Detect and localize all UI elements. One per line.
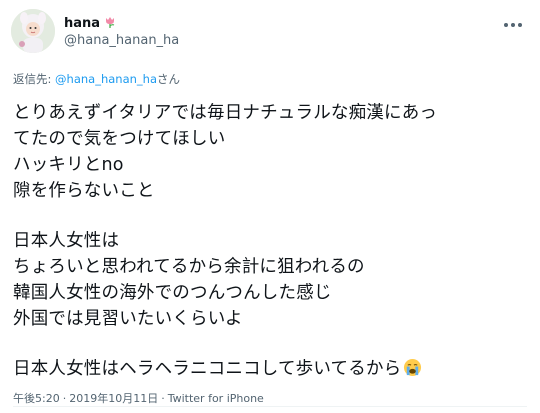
separator: · <box>161 392 165 405</box>
reply-mention-link[interactable]: @hana_hanan_ha <box>55 72 157 86</box>
reply-prefix: 返信先: <box>13 72 56 86</box>
more-options-button[interactable] <box>500 12 526 38</box>
tweet-line: 外国では見習いたいくらいよ <box>13 309 243 329</box>
tweet-line: ハッキリとno <box>13 155 124 175</box>
tulip-icon <box>103 14 117 33</box>
tweet-line: てたので気をつけてほしい <box>13 129 226 149</box>
tweet-text: とりあえずイタリアでは毎日ナチュラルな痴漢にあっ てたので気をつけてほしい ハッ… <box>13 100 533 382</box>
reply-context: 返信先: @hana_hanan_haさん <box>13 71 180 87</box>
tweet-line-text: 日本人女性はヘラヘラニコニコして歩いてるから <box>13 359 402 379</box>
author-handle[interactable]: @hana_hanan_ha <box>64 33 179 48</box>
tweet-line: 韓国人女性の海外でのつんつんした感じ <box>13 283 332 303</box>
dot-icon <box>511 23 515 27</box>
tweet-date[interactable]: 2019年10月11日 <box>69 392 158 405</box>
author-name-row[interactable]: hana <box>64 14 117 33</box>
tweet-line: 隙を作らないこと <box>13 181 155 201</box>
divider <box>13 406 527 407</box>
reply-suffix: さん <box>157 72 180 86</box>
tweet-metadata: 午後5:20 · 2019年10月11日 · Twitter for iPhone <box>13 390 264 406</box>
display-name[interactable]: hana <box>64 16 100 31</box>
separator: · <box>62 392 67 405</box>
avatar-image <box>11 9 55 53</box>
tweet-line-last: 日本人女性はヘラヘラニコニコして歩いてるから <box>13 356 533 382</box>
dot-icon <box>504 23 508 27</box>
avatar[interactable] <box>11 9 55 53</box>
dot-icon <box>518 23 522 27</box>
tweet-card: hana @hana_hanan_ha 返信先: @hana_hanan_haさ… <box>0 0 540 413</box>
tweet-line: ちょろいと思われてるから余計に狙われるの <box>13 257 365 277</box>
tweet-line: とりあえずイタリアでは毎日ナチュラルな痴漢にあっ <box>13 103 438 123</box>
tweet-source[interactable]: Twitter for iPhone <box>168 392 264 405</box>
crying-face-icon <box>403 358 422 377</box>
tweet-line: 日本人女性は <box>13 231 120 251</box>
tweet-time[interactable]: 午後5:20 <box>13 392 60 405</box>
